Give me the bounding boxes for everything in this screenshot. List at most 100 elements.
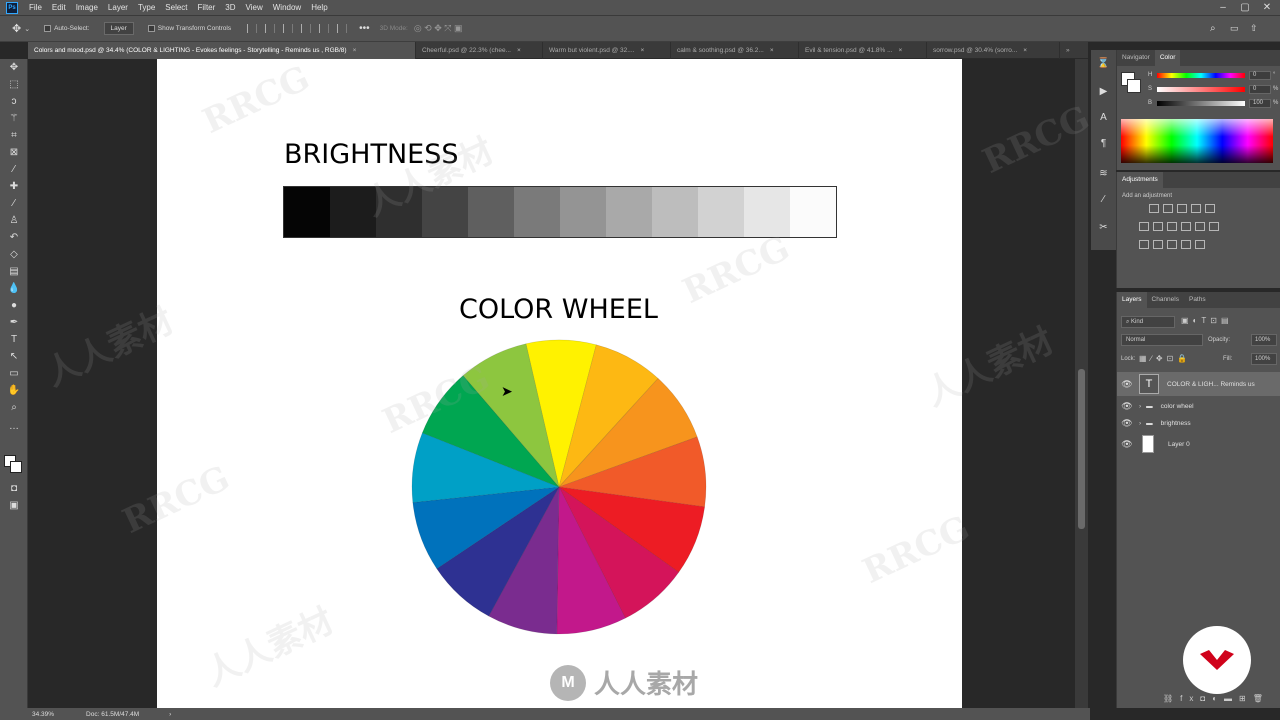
tab-evil-tension[interactable]: Evil & tension.psd @ 41.8% ... × bbox=[799, 42, 927, 59]
menu-edit[interactable]: Edit bbox=[47, 0, 71, 16]
expand-chevron-icon[interactable]: › bbox=[1139, 420, 1141, 427]
tab-paths[interactable]: Paths bbox=[1184, 292, 1211, 308]
vibrance-icon[interactable] bbox=[1205, 204, 1215, 213]
vertical-scrollbar[interactable] bbox=[1075, 59, 1088, 708]
menu-window[interactable]: Window bbox=[268, 0, 306, 16]
maximize-icon[interactable]: ▢ bbox=[1234, 0, 1256, 16]
healing-brush-icon[interactable]: ✚ bbox=[7, 181, 21, 193]
gradient-map-icon[interactable] bbox=[1181, 240, 1191, 249]
gradient-tool-icon[interactable]: ▤ bbox=[7, 266, 21, 278]
tab-layers[interactable]: Layers bbox=[1117, 292, 1147, 308]
show-transform-checkbox[interactable] bbox=[147, 25, 155, 32]
menu-select[interactable]: Select bbox=[160, 0, 192, 16]
tab-close-icon[interactable]: × bbox=[517, 47, 521, 54]
opacity-field[interactable]: 100% bbox=[1251, 334, 1277, 346]
crop-tool-icon[interactable]: ⌗ bbox=[7, 130, 21, 142]
eyedropper-tool-icon[interactable]: ⁄ bbox=[7, 164, 21, 176]
brushes-icon[interactable]: ∕ bbox=[1097, 194, 1110, 206]
s-value-field[interactable]: 0 bbox=[1249, 85, 1271, 94]
align-right-icon[interactable] bbox=[283, 24, 294, 33]
layer-row-layer-0[interactable]: 👁 Layer 0 bbox=[1117, 432, 1280, 456]
tab-cheerful[interactable]: Cheerful.psd @ 22.3% (chee... × bbox=[416, 42, 543, 59]
pen-tool-icon[interactable]: ✒ bbox=[7, 317, 21, 329]
menu-image[interactable]: Image bbox=[71, 0, 103, 16]
tab-close-icon[interactable]: × bbox=[353, 47, 357, 54]
3d-orbit-icon[interactable]: ◎ ⟲ ✥ ⤧ ▣ bbox=[414, 23, 463, 34]
posterize-icon[interactable] bbox=[1153, 240, 1163, 249]
tool-presets-icon[interactable]: ✂ bbox=[1097, 222, 1110, 234]
selective-color-icon[interactable] bbox=[1195, 240, 1205, 249]
photo-filter-icon[interactable] bbox=[1181, 222, 1191, 231]
lock-icons[interactable]: ▦∕✥⊡🔒 bbox=[1139, 354, 1191, 363]
channel-mixer-icon[interactable] bbox=[1195, 222, 1205, 231]
tab-sorrow[interactable]: sorrow.psd @ 30.4% (sorro... × bbox=[927, 42, 1060, 59]
workspace-icon[interactable]: ▭ bbox=[1230, 23, 1239, 34]
color-spectrum[interactable] bbox=[1121, 119, 1273, 163]
color-lookup-icon[interactable] bbox=[1209, 222, 1219, 231]
move-tool-icon[interactable]: ✥ bbox=[7, 62, 21, 74]
brightness-contrast-icon[interactable] bbox=[1149, 204, 1159, 213]
minimize-icon[interactable]: – bbox=[1212, 0, 1234, 16]
chevron-down-icon[interactable]: ⌄ bbox=[24, 25, 30, 33]
history-icon[interactable]: ⌛ bbox=[1097, 58, 1110, 70]
hand-tool-icon[interactable]: ✋ bbox=[7, 385, 21, 397]
menu-filter[interactable]: Filter bbox=[193, 0, 221, 16]
layer-actions-bar[interactable]: ⛓fx◘◐▬⊞🗑 bbox=[1163, 694, 1270, 703]
exposure-icon[interactable] bbox=[1191, 204, 1201, 213]
character-icon[interactable]: A bbox=[1097, 112, 1110, 124]
align-center-icon[interactable] bbox=[265, 24, 276, 33]
tab-channels[interactable]: Channels bbox=[1147, 292, 1184, 308]
tab-close-icon[interactable]: × bbox=[899, 47, 903, 54]
tab-navigator[interactable]: Navigator bbox=[1117, 50, 1155, 66]
marquee-tool-icon[interactable]: ⬚ bbox=[7, 79, 21, 91]
black-white-icon[interactable] bbox=[1167, 222, 1177, 231]
close-window-icon[interactable]: ✕ bbox=[1256, 0, 1278, 16]
scrollbar-thumb[interactable] bbox=[1078, 369, 1085, 529]
color-balance-icon[interactable] bbox=[1153, 222, 1163, 231]
screen-mode-icon[interactable]: ▣ bbox=[7, 500, 21, 512]
threshold-icon[interactable] bbox=[1167, 240, 1177, 249]
share-icon[interactable]: ⇧ bbox=[1250, 23, 1258, 34]
b-value-field[interactable]: 100 bbox=[1249, 99, 1271, 108]
tab-close-icon[interactable]: × bbox=[1023, 47, 1027, 54]
brush-tool-icon[interactable]: ∕ bbox=[7, 198, 21, 210]
menu-help[interactable]: Help bbox=[306, 0, 332, 16]
expand-chevron-icon[interactable]: › bbox=[1139, 403, 1141, 410]
rectangle-tool-icon[interactable]: ▭ bbox=[7, 368, 21, 380]
search-icon[interactable]: ⌕ bbox=[1210, 23, 1216, 34]
more-options-icon[interactable]: ••• bbox=[359, 23, 370, 34]
zoom-level[interactable]: 34.39% bbox=[32, 711, 54, 718]
align-top-icon[interactable] bbox=[301, 24, 312, 33]
blend-mode-dropdown[interactable]: Normal bbox=[1121, 334, 1203, 346]
layer-filter-icons[interactable]: ▣◐T⊡▤ bbox=[1181, 316, 1233, 325]
h-value-field[interactable]: 0 bbox=[1249, 71, 1271, 80]
fill-field[interactable]: 100% bbox=[1251, 353, 1277, 365]
type-tool-icon[interactable]: T bbox=[7, 334, 21, 346]
align-middle-icon[interactable] bbox=[319, 24, 330, 33]
invert-icon[interactable] bbox=[1139, 240, 1149, 249]
move-tool-icon[interactable]: ✥ bbox=[12, 22, 21, 35]
auto-select-dropdown[interactable]: Layer bbox=[103, 22, 134, 35]
menu-3d[interactable]: 3D bbox=[220, 0, 240, 16]
visibility-eye-icon[interactable]: 👁 bbox=[1121, 439, 1133, 450]
layer-kind-filter[interactable]: ⌕ Kind bbox=[1121, 316, 1175, 328]
magic-wand-tool-icon[interactable]: ⚚ bbox=[7, 113, 21, 125]
canvas-area[interactable]: BRIGHTNESS COLOR WHEEL ➤ bbox=[28, 59, 1088, 708]
more-tools-icon[interactable]: … bbox=[7, 421, 21, 433]
frame-tool-icon[interactable]: ⊠ bbox=[7, 147, 21, 159]
levels-icon[interactable] bbox=[1163, 204, 1173, 213]
brightness-slider[interactable] bbox=[1157, 101, 1245, 106]
layer-row-brightness[interactable]: 👁 › ▬ brightness bbox=[1117, 413, 1280, 433]
menu-type[interactable]: Type bbox=[133, 0, 160, 16]
tab-close-icon[interactable]: × bbox=[640, 47, 644, 54]
tab-colors-and-mood[interactable]: Colors and mood.psd @ 34.4% (COLOR & LIG… bbox=[28, 42, 416, 59]
menu-layer[interactable]: Layer bbox=[103, 0, 133, 16]
path-selection-icon[interactable]: ↖ bbox=[7, 351, 21, 363]
paragraph-icon[interactable]: ¶ bbox=[1097, 138, 1110, 150]
lasso-tool-icon[interactable]: ↄ bbox=[7, 96, 21, 108]
chevron-right-icon[interactable]: › bbox=[169, 711, 171, 718]
tab-warm-but-violent[interactable]: Warm but violent.psd @ 32.... × bbox=[543, 42, 671, 59]
clone-stamp-icon[interactable]: ♙ bbox=[7, 215, 21, 227]
tab-adjustments[interactable]: Adjustments bbox=[1117, 172, 1163, 188]
tab-calm-soothing[interactable]: calm & soothing.psd @ 36.2... × bbox=[671, 42, 799, 59]
